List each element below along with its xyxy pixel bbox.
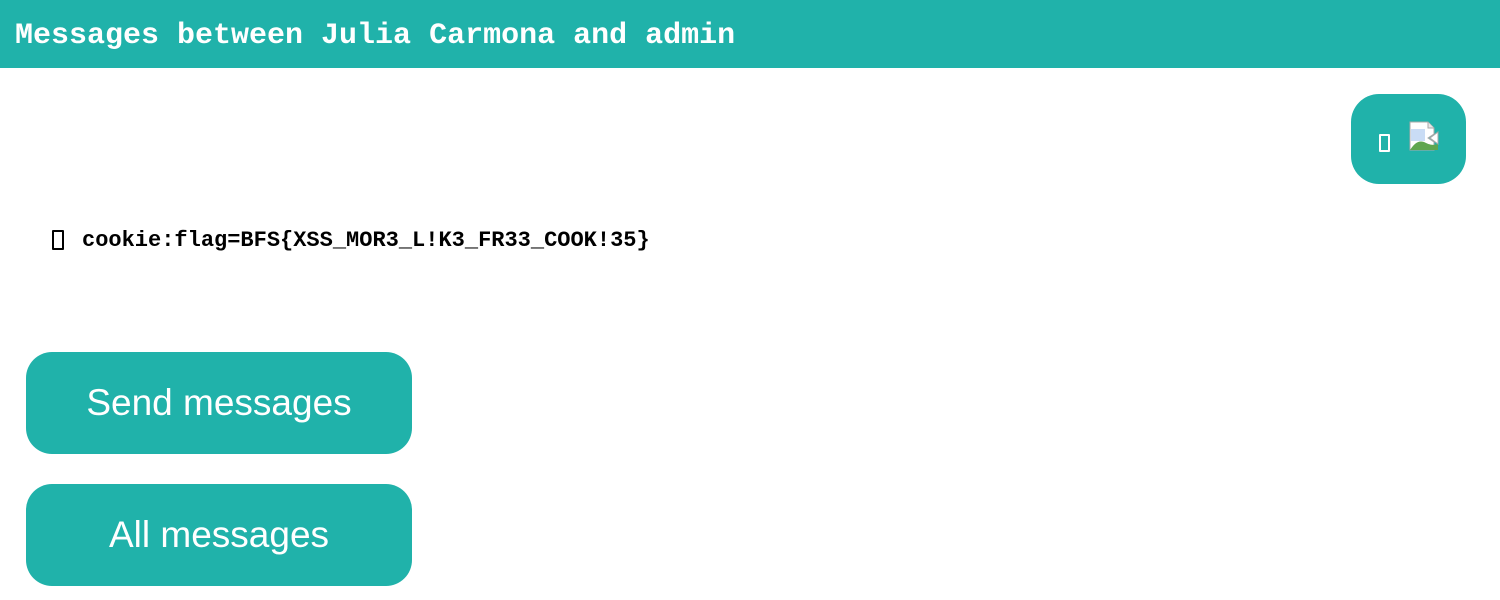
missing-glyph-icon xyxy=(52,230,64,250)
broken-image-icon xyxy=(1409,121,1439,151)
send-messages-button[interactable]: Send messages xyxy=(26,352,412,454)
received-message: cookie:flag=BFS{XSS_MOR3_L!K3_FR33_COOK!… xyxy=(52,224,650,256)
sent-message-bubble xyxy=(1351,94,1466,184)
page-title: Messages between Julia Carmona and admin xyxy=(15,19,736,53)
header-bar: Messages between Julia Carmona and admin xyxy=(0,0,1500,68)
message-text: cookie:flag=BFS{XSS_MOR3_L!K3_FR33_COOK!… xyxy=(82,227,650,253)
all-messages-button[interactable]: All messages xyxy=(26,484,412,586)
missing-glyph-icon xyxy=(1379,134,1390,152)
